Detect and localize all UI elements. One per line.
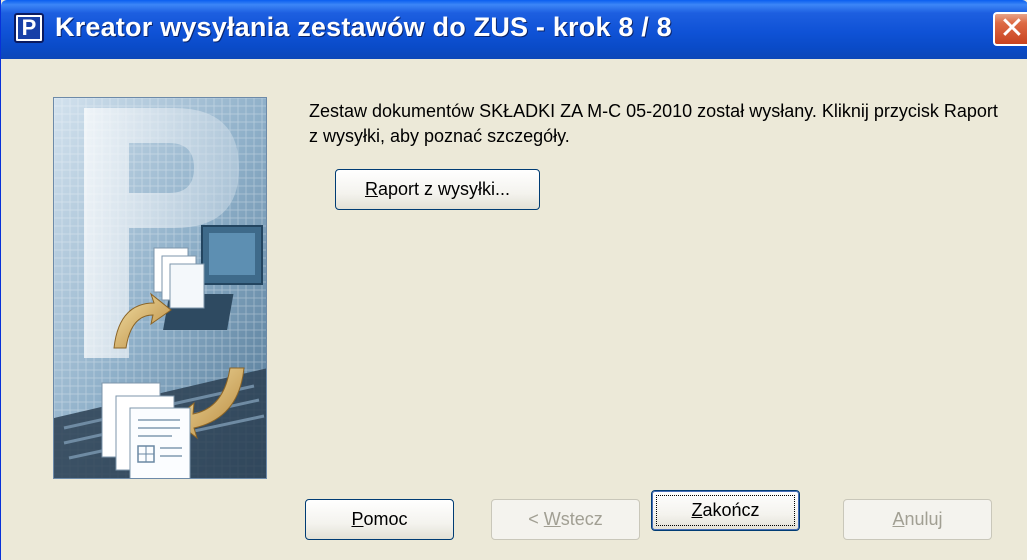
finish-label: akończ — [702, 500, 760, 520]
window-title: Kreator wysyłania zestawów do ZUS - krok… — [55, 12, 672, 42]
raport-button[interactable]: Raport z wysyłki... — [335, 169, 540, 210]
close-icon: ✕ — [999, 12, 1025, 45]
back-prefix: < — [528, 509, 544, 529]
back-button[interactable]: < Wstecz — [491, 499, 640, 540]
title-bar[interactable]: P Kreator wysyłania zestawów do ZUS - kr… — [1, 0, 1027, 59]
app-icon-letter: P — [21, 15, 37, 40]
help-mnemonic: P — [351, 509, 364, 529]
app-icon: P — [14, 13, 44, 43]
finish-mnemonic: Z — [691, 500, 703, 520]
wizard-illustration — [53, 97, 267, 479]
raport-mnemonic: R — [364, 179, 378, 199]
wizard-documents-computer-icon — [54, 98, 266, 478]
help-button[interactable]: Pomoc — [305, 499, 454, 540]
cancel-mnemonic: A — [892, 509, 905, 529]
cancel-label: nuluj — [904, 509, 943, 529]
back-mnemonic: W — [543, 509, 561, 529]
raport-label: aport z wysyłki... — [377, 179, 511, 199]
cancel-button[interactable]: Anuluj — [843, 499, 992, 540]
wizard-content: Zestaw dokumentów SKŁADKI ZA M-C 05-2010… — [1, 59, 1027, 560]
finish-button[interactable]: Zakończ — [651, 490, 800, 531]
back-label: stecz — [560, 509, 603, 529]
close-button[interactable]: ✕ — [993, 12, 1027, 46]
wizard-window: P Kreator wysyłania zestawów do ZUS - kr… — [0, 0, 1027, 560]
help-label: omoc — [363, 509, 408, 529]
wizard-message: Zestaw dokumentów SKŁADKI ZA M-C 05-2010… — [309, 101, 998, 146]
